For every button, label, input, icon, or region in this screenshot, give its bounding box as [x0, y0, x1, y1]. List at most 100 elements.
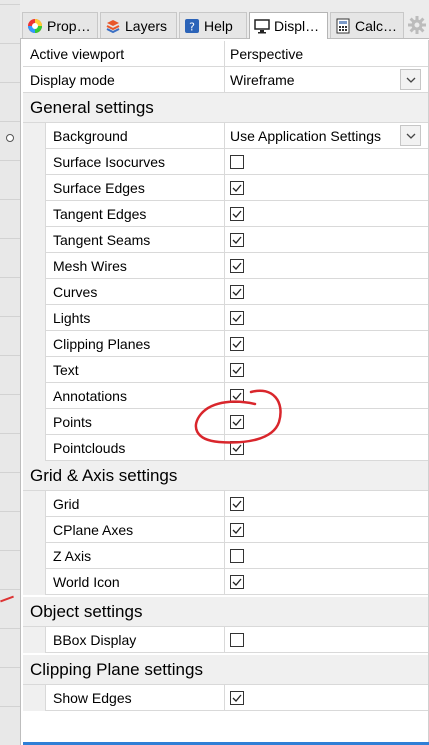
row-indent [23, 253, 46, 279]
world-icon-checkbox[interactable] [230, 575, 244, 589]
calculator-icon [335, 18, 351, 34]
lights-checkbox[interactable] [230, 311, 244, 325]
active-viewport-row: Active viewport Perspective [23, 41, 429, 67]
world-icon-row: World Icon [23, 569, 429, 595]
pointclouds-label: Pointclouds [53, 440, 126, 456]
column-divider [224, 569, 225, 595]
points-label: Points [53, 414, 92, 430]
tangent-seams-checkbox[interactable] [230, 233, 244, 247]
checkmark-icon [232, 392, 242, 400]
display-mode-row: Display mode Wireframe [23, 67, 429, 93]
tab-label: Calc… [355, 17, 398, 34]
cplane-axes-checkbox[interactable] [230, 523, 244, 537]
cplane-axes-row: CPlane Axes [23, 517, 429, 543]
grid-label: Grid [53, 496, 80, 512]
column-divider [224, 41, 225, 67]
tab-calculator[interactable]: Calc… [330, 12, 404, 38]
text-row: Text [23, 357, 429, 383]
tangent-seams-label: Tangent Seams [53, 232, 151, 248]
row-indent [23, 175, 46, 201]
checkmark-icon [232, 500, 242, 508]
pointclouds-checkbox[interactable] [230, 441, 244, 455]
axis-line [0, 595, 14, 603]
z-axis-checkbox[interactable] [230, 549, 244, 563]
chevron-down-icon[interactable] [400, 69, 421, 90]
row-indent [23, 435, 46, 461]
section-title: Clipping Plane settings [30, 660, 203, 679]
tab-layers[interactable]: Layers [100, 12, 177, 38]
display-mode-select[interactable]: Wireframe [230, 67, 295, 93]
mesh-wires-row: Mesh Wires [23, 253, 429, 279]
text-label: Text [53, 362, 79, 378]
section-title: Grid & Axis settings [30, 466, 178, 485]
tab-label: Help [204, 17, 233, 34]
clipping-plane-settings-header[interactable]: Clipping Plane settings [23, 655, 429, 685]
tab-label: Prop… [47, 17, 91, 34]
general-settings-header[interactable]: General settings [23, 93, 429, 123]
bbox-display-checkbox[interactable] [230, 633, 244, 647]
curves-row: Curves [23, 279, 429, 305]
points-checkbox[interactable] [230, 415, 244, 429]
column-divider [224, 253, 225, 279]
bbox-display-row: BBox Display [23, 627, 429, 653]
clipping-planes-row: Clipping Planes [23, 331, 429, 357]
background-row: Background Use Application Settings [23, 123, 429, 149]
pointclouds-row: Pointclouds [23, 435, 429, 461]
column-divider [224, 305, 225, 331]
column-divider [224, 627, 225, 653]
row-indent [23, 543, 46, 569]
column-divider [224, 201, 225, 227]
gear-icon[interactable] [407, 15, 427, 35]
text-checkbox[interactable] [230, 363, 244, 377]
surface-isocurves-checkbox[interactable] [230, 155, 244, 169]
object-settings-header[interactable]: Object settings [23, 597, 429, 627]
mesh-wires-checkbox[interactable] [230, 259, 244, 273]
z-axis-row: Z Axis [23, 543, 429, 569]
checkmark-icon [232, 210, 242, 218]
curves-checkbox[interactable] [230, 285, 244, 299]
show-edges-checkbox[interactable] [230, 691, 244, 705]
column-divider [224, 279, 225, 305]
annotations-checkbox[interactable] [230, 389, 244, 403]
show-edges-row: Show Edges [23, 685, 429, 711]
grid-axis-settings-header[interactable]: Grid & Axis settings [23, 461, 429, 491]
checkmark-icon [232, 526, 242, 534]
grid-row: Grid [23, 491, 429, 517]
surface-edges-label: Surface Edges [53, 180, 145, 196]
bbox-display-label: BBox Display [53, 632, 137, 648]
curves-label: Curves [53, 284, 98, 300]
column-divider [224, 175, 225, 201]
chevron-down-icon[interactable] [400, 125, 421, 146]
surface-isocurves-label: Surface Isocurves [53, 154, 166, 170]
row-indent [23, 305, 46, 331]
resize-handle[interactable] [6, 134, 14, 142]
checkmark-icon [232, 288, 242, 296]
column-divider [224, 435, 225, 461]
row-indent [23, 491, 46, 517]
lights-label: Lights [53, 310, 91, 326]
background-label: Background [53, 128, 128, 144]
tab-help[interactable]: ? Help [179, 12, 247, 38]
column-divider [224, 227, 225, 253]
background-select[interactable]: Use Application Settings [230, 123, 381, 149]
clipping-planes-checkbox[interactable] [230, 337, 244, 351]
tangent-edges-label: Tangent Edges [53, 206, 147, 222]
column-divider [224, 123, 225, 149]
lights-row: Lights [23, 305, 429, 331]
tab-display[interactable]: Displ… [249, 12, 328, 39]
tab-properties[interactable]: Prop… [22, 12, 98, 38]
display-mode-label: Display mode [30, 72, 115, 88]
checkmark-icon [232, 314, 242, 322]
tangent-edges-checkbox[interactable] [230, 207, 244, 221]
grid-checkbox[interactable] [230, 497, 244, 511]
cplane-axes-label: CPlane Axes [53, 522, 134, 538]
section-title: General settings [30, 98, 154, 117]
row-indent [23, 227, 46, 253]
surface-edges-checkbox[interactable] [230, 181, 244, 195]
column-divider [224, 685, 225, 711]
row-indent [23, 569, 46, 595]
checkmark-icon [232, 578, 242, 586]
checkmark-icon [232, 340, 242, 348]
row-indent [23, 331, 46, 357]
column-divider [224, 67, 225, 93]
